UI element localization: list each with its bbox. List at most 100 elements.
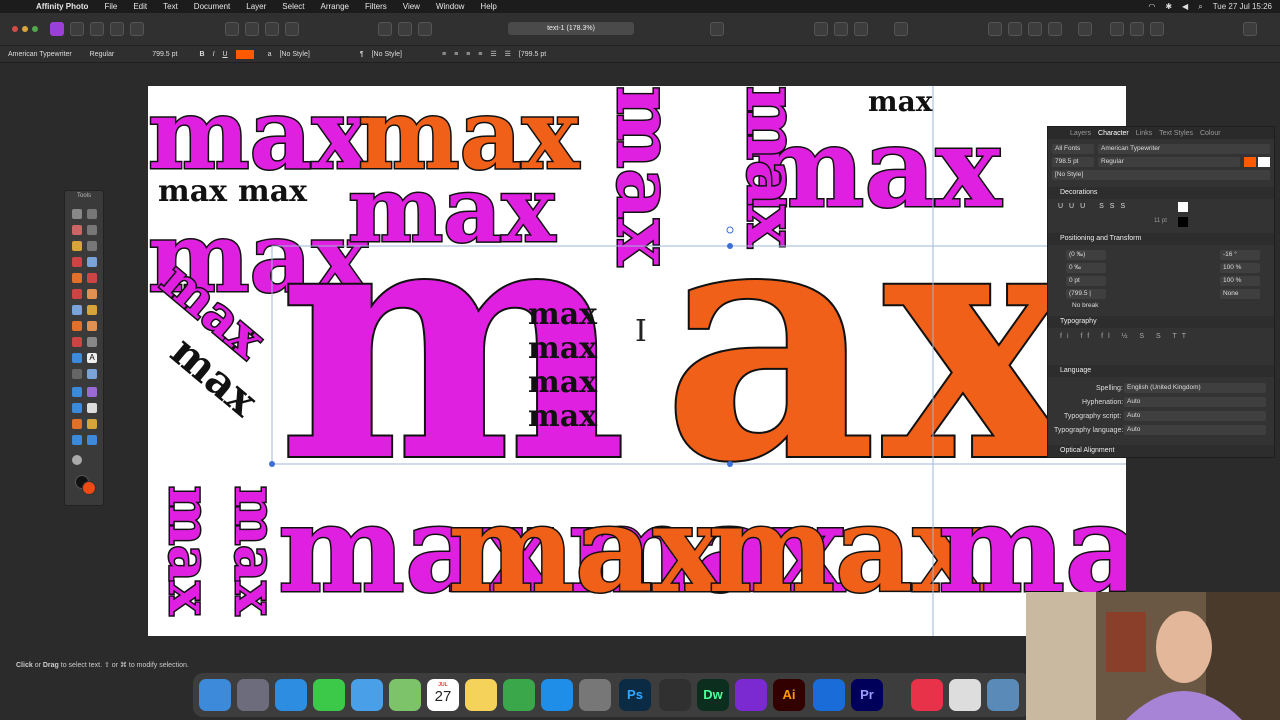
menu-help[interactable]: Help [472, 2, 504, 11]
menu-select[interactable]: Select [274, 2, 312, 11]
leading-field[interactable]: [799.5 pt [519, 51, 546, 58]
preview-icon[interactable] [949, 679, 981, 711]
messages-icon[interactable] [313, 679, 345, 711]
eraser-tool-icon[interactable] [87, 289, 97, 299]
account-icon[interactable] [1243, 22, 1257, 36]
inpainting-icon[interactable] [87, 419, 97, 429]
photo-persona-icon[interactable] [50, 22, 64, 36]
height-field[interactable]: 100 % [1220, 263, 1260, 273]
launchpad-icon[interactable] [237, 679, 269, 711]
dodge-tool-icon[interactable] [87, 273, 97, 283]
typography-buttons[interactable]: fi ff fl ½ S S TT [1060, 333, 1191, 340]
search-icon[interactable]: ⌕ [1198, 2, 1202, 12]
safari-icon[interactable] [275, 679, 307, 711]
para-style-icon[interactable]: ¶ [360, 51, 364, 58]
gradient-tool-icon[interactable] [87, 387, 97, 397]
menu-document[interactable]: Document [186, 2, 238, 11]
align-icon[interactable] [1078, 22, 1092, 36]
red-eye-tool-icon[interactable] [72, 337, 82, 347]
adjustments-icon[interactable] [225, 22, 239, 36]
auto-colour-icon[interactable] [265, 22, 279, 36]
patch-tool-icon[interactable] [87, 403, 97, 413]
order-back-icon[interactable] [988, 22, 1002, 36]
rotation-handle[interactable] [726, 226, 734, 234]
healing-tool-icon[interactable] [87, 321, 97, 331]
develop-persona-icon[interactable] [90, 22, 104, 36]
tab-character[interactable]: Character [1098, 130, 1129, 137]
decoration-colour-swatch[interactable] [1178, 202, 1188, 212]
snapping-icon[interactable] [854, 22, 868, 36]
menu-file[interactable]: File [96, 2, 125, 11]
typography-script-select[interactable]: Auto [1124, 411, 1266, 421]
tab-colour[interactable]: Colour [1200, 130, 1221, 137]
style-select[interactable]: [No Style] [1052, 170, 1270, 180]
text-fill-swatch[interactable] [235, 49, 254, 59]
primary-colour-swatch[interactable] [82, 481, 96, 495]
boolean-subtract-icon[interactable] [1130, 22, 1144, 36]
spelling-select[interactable]: English (United Kingdom) [1124, 383, 1266, 393]
burn-tool-icon[interactable] [87, 435, 97, 445]
char-style-icon[interactable]: a [268, 51, 272, 58]
selection-handle[interactable] [269, 461, 275, 467]
order-backward-icon[interactable] [1008, 22, 1022, 36]
blemish-tool-icon[interactable] [72, 321, 82, 331]
node-tool-icon[interactable] [87, 337, 97, 347]
liquify-persona-icon[interactable] [70, 22, 84, 36]
marquee-tool-icon[interactable] [72, 369, 82, 379]
menu-filters[interactable]: Filters [357, 2, 395, 11]
notes-icon[interactable] [465, 679, 497, 711]
paragraph-style-select[interactable]: [No Style] [372, 51, 402, 58]
export-persona-icon[interactable] [130, 22, 144, 36]
selection-handle[interactable] [727, 243, 733, 249]
stroke-swatch[interactable] [1258, 157, 1270, 167]
volume-icon[interactable]: ◀ [1182, 2, 1188, 11]
order-forward-icon[interactable] [1028, 22, 1042, 36]
clone-tool-icon[interactable] [72, 305, 82, 315]
tracking-field[interactable]: 0 ‰ [1066, 263, 1106, 273]
menu-arrange[interactable]: Arrange [313, 2, 357, 11]
auto-white-balance-icon[interactable] [285, 22, 299, 36]
no-break-select[interactable]: No break [1072, 302, 1098, 309]
hand-tool-icon[interactable] [72, 209, 82, 219]
align-center-icon[interactable]: ≡ [454, 51, 458, 58]
creative-cloud-icon[interactable] [911, 679, 943, 711]
menu-layer[interactable]: Layer [238, 2, 274, 11]
insert-icon[interactable] [834, 22, 848, 36]
kerning-field[interactable]: (0 ‰) [1066, 250, 1106, 260]
hyphenation-select[interactable]: Auto [1124, 397, 1266, 407]
colour-picker-icon[interactable] [72, 273, 82, 283]
refine-icon[interactable] [418, 22, 432, 36]
font-collection-select[interactable]: All Fonts [1052, 144, 1094, 154]
section-positioning[interactable]: Positioning and Transform [1048, 233, 1274, 245]
font-weight-select[interactable]: Regular [90, 51, 115, 58]
photo-viewer-icon[interactable] [987, 679, 1019, 711]
font-weight-select[interactable]: Regular [1098, 157, 1240, 167]
affinity-designer-icon[interactable] [813, 679, 845, 711]
menu-text[interactable]: Text [155, 2, 186, 11]
typography-language-select[interactable]: Auto [1124, 425, 1266, 435]
finder-icon[interactable] [199, 679, 231, 711]
bullets-icon[interactable]: ☰ [490, 50, 496, 58]
menu-edit[interactable]: Edit [125, 2, 155, 11]
mail-icon[interactable] [351, 679, 383, 711]
auto-levels-icon[interactable] [245, 22, 259, 36]
system-preferences-icon[interactable] [579, 679, 611, 711]
font-size-field[interactable]: 799.5 pt [152, 51, 177, 58]
order-front-icon[interactable] [1048, 22, 1062, 36]
section-optical-alignment[interactable]: Optical Alignment [1048, 445, 1274, 457]
decoration-buttons[interactable]: UUU SSS [1058, 203, 1131, 210]
shape-tool-icon[interactable] [72, 353, 82, 363]
arrange-icon[interactable] [814, 22, 828, 36]
numbering-icon[interactable]: ☰ [505, 50, 511, 58]
bold-button[interactable]: B [200, 51, 205, 58]
wifi-icon[interactable]: ◠ [1148, 2, 1155, 11]
leading-field[interactable]: (799.5 | [1066, 289, 1106, 299]
quick-mask-icon[interactable] [378, 22, 392, 36]
selection-handle[interactable] [727, 461, 733, 467]
zoom-window-button[interactable] [32, 26, 38, 32]
shear-field[interactable]: -16 ° [1220, 250, 1260, 260]
font-size-select[interactable]: 798.5 pt [1052, 157, 1094, 167]
minimize-window-button[interactable] [22, 26, 28, 32]
colour-wheel-icon[interactable] [72, 455, 82, 465]
text-tool-icon[interactable]: A [87, 353, 97, 363]
